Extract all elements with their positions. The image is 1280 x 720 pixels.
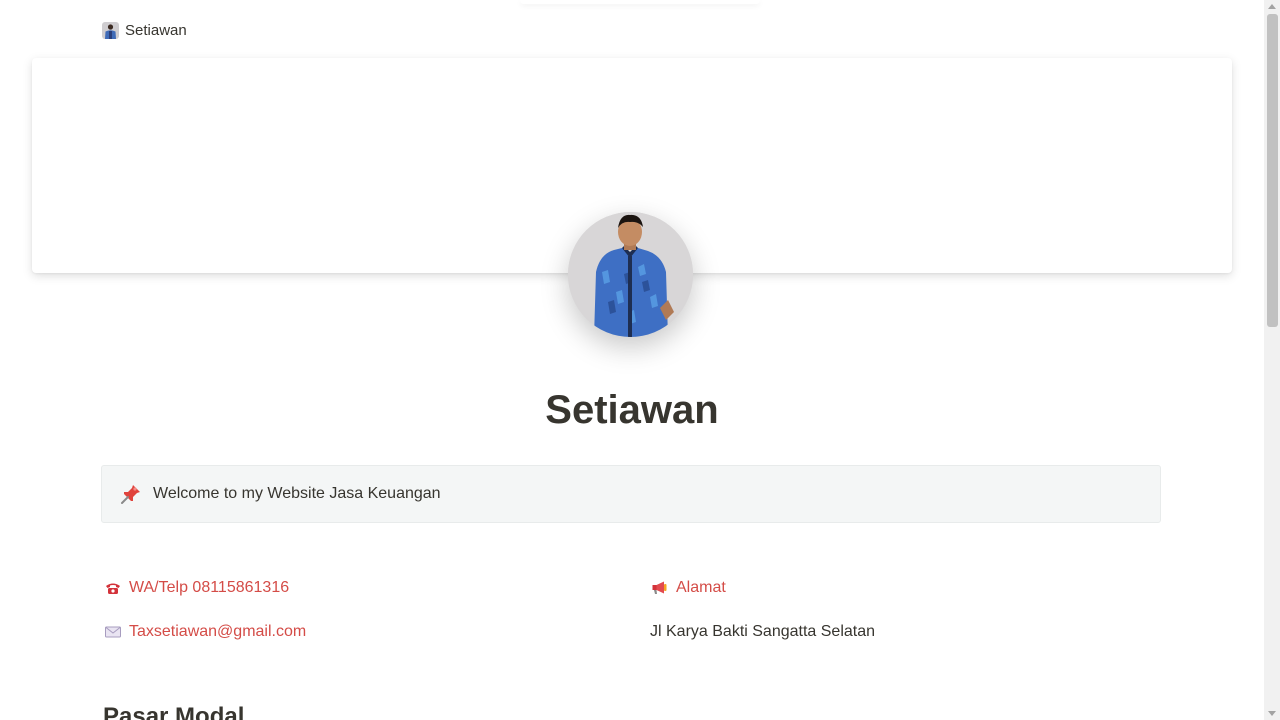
callout-text: Welcome to my Website Jasa Keuangan (153, 485, 441, 502)
email-link[interactable]: Taxsetiawan@gmail.com (129, 623, 306, 641)
address-link[interactable]: Alamat (676, 579, 726, 597)
welcome-callout: Welcome to my Website Jasa Keuangan (101, 465, 1161, 523)
top-bar-shadow (520, 0, 760, 4)
address-heading: Alamat (651, 579, 726, 597)
pushpin-icon (120, 483, 142, 505)
breadcrumb[interactable]: Setiawan (102, 20, 187, 40)
email-contact: Taxsetiawan@gmail.com (104, 623, 306, 641)
vertical-scrollbar[interactable] (1264, 0, 1280, 720)
section-heading: Pasar Modal (103, 703, 245, 720)
phone-link[interactable]: WA/Telp 08115861316 (129, 579, 289, 597)
envelope-icon (104, 623, 122, 641)
page-title: Setiawan (545, 388, 719, 432)
address-value: Jl Karya Bakti Sangatta Selatan (650, 623, 876, 640)
profile-avatar (568, 212, 693, 337)
profile-photo-icon (102, 21, 119, 39)
scrollbar-thumb[interactable] (1267, 14, 1278, 327)
page-root: Setiawan Setiawan Welcome to my Website … (0, 0, 1280, 720)
phone-contact: WA/Telp 08115861316 (104, 579, 289, 597)
megaphone-icon (651, 579, 669, 597)
scroll-down-icon[interactable] (1268, 711, 1276, 716)
top-navigation-bar: Setiawan (0, 0, 1264, 58)
breadcrumb-label: Setiawan (125, 21, 187, 39)
telephone-icon (104, 579, 122, 597)
address-value-row: Jl Karya Bakti Sangatta Selatan (650, 623, 875, 641)
scroll-up-icon[interactable] (1268, 4, 1276, 9)
